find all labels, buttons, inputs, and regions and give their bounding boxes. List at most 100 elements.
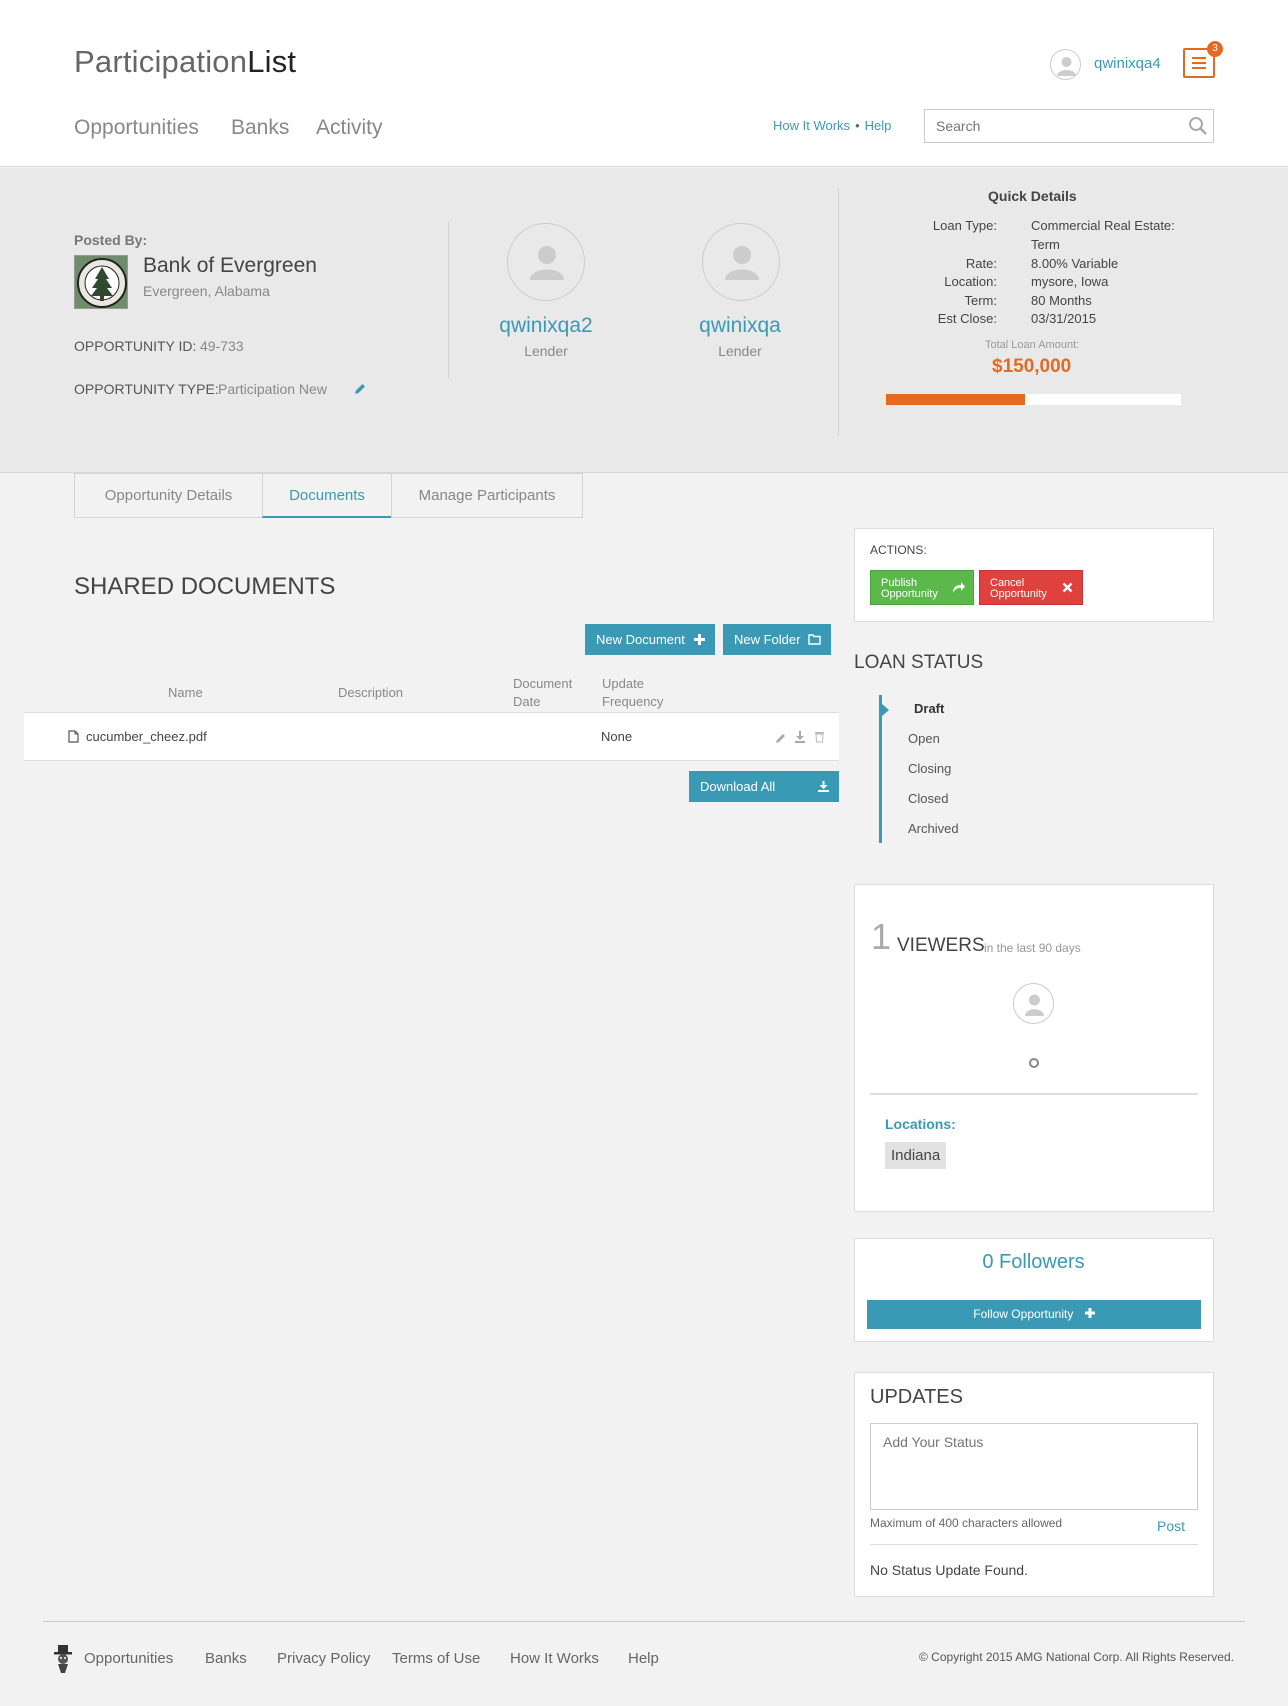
plus-icon [1084,1300,1095,1329]
search-icon[interactable] [1188,116,1208,136]
loan-status-item-closed: Closed [908,791,949,806]
footer-divider [43,1621,1245,1622]
tab-manage-participants[interactable]: Manage Participants [391,473,583,518]
footer-logo-icon[interactable] [52,1644,74,1674]
updates-divider [870,1544,1198,1545]
cancel-opportunity-button[interactable]: Cancel Opportunity [979,570,1083,605]
opportunity-type-label: OPPORTUNITY TYPE: [74,381,219,397]
term-value: 80 Months [1031,293,1092,308]
search-input[interactable] [924,109,1214,143]
bank-location: Evergreen, Alabama [143,283,270,299]
carousel-dot[interactable] [1029,1058,1039,1068]
loan-type-label: Loan Type: [932,218,997,233]
est-close-value: 03/31/2015 [1031,311,1097,326]
new-folder-label: New Folder [734,632,801,647]
plus-icon [694,624,705,666]
footer-link-banks[interactable]: Banks [205,1650,247,1667]
funding-progress-fill [886,394,1025,405]
total-loan-amount-value: $150,000 [992,356,1072,377]
current-status-marker-icon [882,703,889,721]
follow-opportunity-button[interactable]: Follow Opportunity [867,1300,1201,1329]
username-link[interactable]: qwinixqa4 [1094,55,1161,72]
banner-divider [838,188,839,436]
close-icon [1062,582,1073,596]
loan-status-item-closing: Closing [908,761,952,776]
total-loan-amount-label: Total Loan Amount: [985,339,1080,351]
location-tag: Indiana [885,1142,947,1169]
folder-icon [808,624,821,666]
publish-opportunity-button[interactable]: Publish Opportunity [870,570,974,605]
followers-count[interactable]: 0 Followers [855,1251,1212,1274]
nav-opportunities[interactable]: Opportunities [74,116,199,140]
top-links: How It Works • Help [773,118,891,133]
help-link[interactable]: Help [865,118,892,133]
shared-documents-title: SHARED DOCUMENTS [74,573,336,600]
download-icon [818,771,829,813]
bank-name[interactable]: Bank of Evergreen [143,254,317,278]
trash-icon[interactable] [814,730,825,743]
lender-avatar-icon[interactable] [702,223,780,301]
location-label: Location: [944,274,997,289]
viewers-period: in the last 90 days [984,941,1081,955]
download-all-button[interactable]: Download All [689,771,839,802]
document-name[interactable]: cucumber_cheez.pdf [86,729,207,744]
tab-opportunity-details[interactable]: Opportunity Details [74,473,263,518]
term-label: Term: [964,293,998,308]
user-avatar-icon[interactable] [1050,49,1081,80]
copyright-text: © Copyright 2015 AMG National Corp. All … [919,1650,1234,1664]
lender-name[interactable]: qwinixqa [660,314,820,338]
site-logo[interactable]: ParticipationList [74,44,296,80]
share-arrow-icon [951,581,966,597]
funding-progress-bar [886,394,1181,405]
loan-status-item-open: Open [908,731,940,746]
file-icon [68,730,79,743]
quick-details-title: Quick Details [988,188,1077,204]
how-it-works-link[interactable]: How It Works [773,118,850,133]
post-button[interactable]: Post [1157,1518,1185,1534]
column-header-description: Description [338,685,404,700]
loan-status-item-draft: Draft [914,701,945,716]
location-value: mysore, Iowa [1031,274,1109,289]
tab-documents[interactable]: Documents [262,473,392,518]
loan-status-title: LOAN STATUS [854,652,984,673]
link-separator: • [855,118,860,133]
updates-title: UPDATES [870,1386,963,1408]
column-header-name: Name [168,685,203,700]
status-textarea[interactable] [870,1423,1198,1510]
column-header-update-frequency: Update Frequency [602,676,664,709]
edit-icon[interactable] [775,731,787,743]
opportunity-id-value: 49-733 [200,338,244,354]
footer-link-help[interactable]: Help [628,1650,659,1667]
lender-name[interactable]: qwinixqa2 [466,314,626,338]
follow-opportunity-label: Follow Opportunity [973,1307,1074,1321]
actions-label: ACTIONS: [870,543,927,557]
loan-status-item-archived: Archived [908,821,959,836]
opportunity-type-value: Participation New [218,381,327,397]
locations-label: Locations: [885,1116,956,1132]
rate-label: Rate: [965,256,997,271]
loan-type-value: Commercial Real Estate: [1031,218,1175,233]
lender-role: Lender [524,343,568,359]
est-close-label: Est Close: [937,311,997,326]
nav-activity[interactable]: Activity [316,116,383,140]
lender-avatar-icon[interactable] [507,223,585,301]
new-document-label: New Document [596,632,685,647]
max-chars-note: Maximum of 400 characters allowed [870,1516,1063,1530]
viewer-avatar-icon[interactable] [1013,983,1054,1024]
edit-pencil-icon[interactable] [353,382,367,396]
footer-link-privacy-policy[interactable]: Privacy Policy [277,1650,370,1667]
new-folder-button[interactable]: New Folder [723,624,831,655]
opportunity-id-label: OPPORTUNITY ID: [74,338,197,354]
download-icon[interactable] [794,730,806,743]
no-status-message: No Status Update Found. [870,1562,1028,1578]
new-document-button[interactable]: New Document [585,624,715,655]
nav-banks[interactable]: Banks [231,116,289,140]
notification-badge: 3 [1207,41,1223,57]
footer-link-how-it-works[interactable]: How It Works [510,1650,599,1667]
viewers-divider [870,1093,1198,1095]
bank-logo-icon [74,255,128,309]
footer-link-terms-of-use[interactable]: Terms of Use [392,1650,480,1667]
viewers-count: 1 [871,916,892,957]
document-frequency: None [601,729,633,744]
footer-link-opportunities[interactable]: Opportunities [84,1650,173,1667]
